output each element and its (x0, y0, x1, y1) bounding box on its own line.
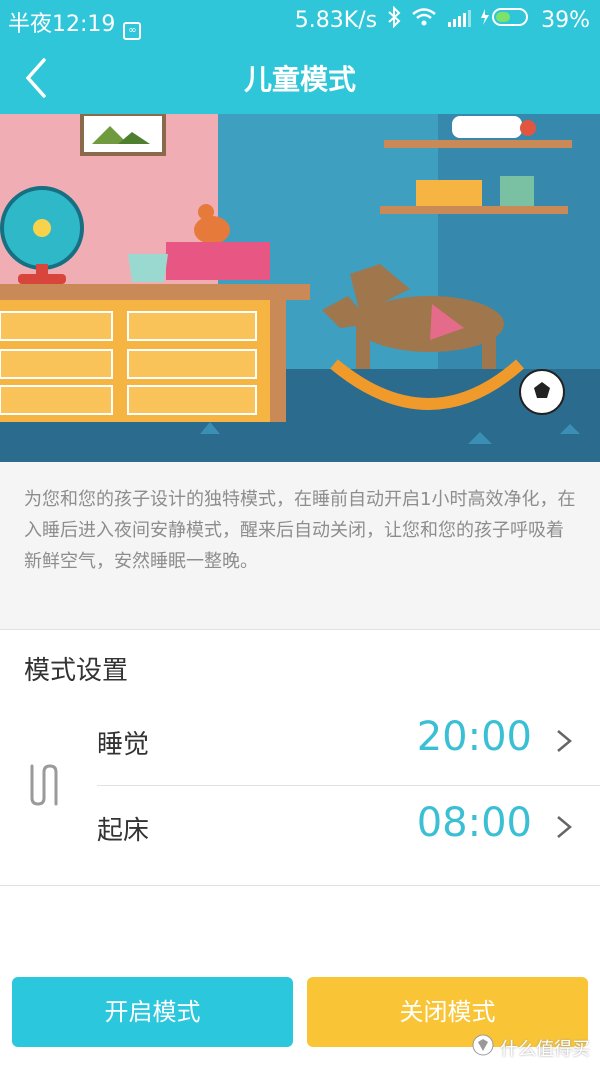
signal-icon (447, 8, 472, 33)
status-time: 半夜12:19 (8, 12, 116, 37)
notification-icon: ∞ (123, 22, 142, 40)
bluetooth-icon (387, 5, 401, 34)
dresser (0, 284, 310, 422)
chevron-right-icon (557, 816, 572, 838)
watermark-logo-icon (472, 1034, 494, 1061)
picture-frame (80, 114, 166, 156)
status-bar-left: 半夜12:19 ∞ (8, 6, 142, 40)
mode-description: 为您和您的孩子设计的独特模式，在睡前自动开启1小时高效净化，在入睡后进入夜间安静… (24, 489, 576, 572)
page-title: 儿童模式 (243, 63, 356, 96)
status-bar: 半夜12:19 ∞ 5.83K/s 39% (0, 0, 600, 42)
wake-time-row[interactable]: 起床 08:00 (97, 786, 600, 870)
wake-time-value: 08:00 (416, 800, 532, 846)
app-bar: 儿童模式 (0, 42, 600, 114)
status-bar-right: 5.83K/s 39% (294, 5, 590, 34)
battery-percent: 39% (541, 7, 590, 33)
wake-label: 起床 (97, 816, 150, 846)
chevron-right-icon (557, 730, 572, 752)
section-divider (0, 885, 600, 886)
mode-description-panel: 为您和您的孩子设计的独特模式，在睡前自动开启1小时高效净化，在入睡后进入夜间安静… (0, 462, 600, 630)
battery-icon (481, 7, 531, 33)
settings-title: 模式设置 (24, 656, 129, 686)
sleep-label: 睡觉 (97, 730, 150, 760)
network-speed: 5.83K/s (294, 7, 378, 33)
watermark: 什么值得买 (472, 1034, 590, 1061)
soccer-ball (519, 369, 565, 415)
cup (128, 254, 168, 282)
watermark-text: 什么值得买 (500, 1038, 590, 1060)
sleep-time-value: 20:00 (416, 714, 532, 760)
enable-mode-button[interactable]: 开启模式 (12, 977, 293, 1047)
sleep-time-row[interactable]: 睡觉 20:00 (97, 700, 600, 784)
schedule-link-icon (24, 760, 68, 810)
wifi-icon (411, 7, 437, 33)
kids-room-illustration (0, 114, 600, 462)
